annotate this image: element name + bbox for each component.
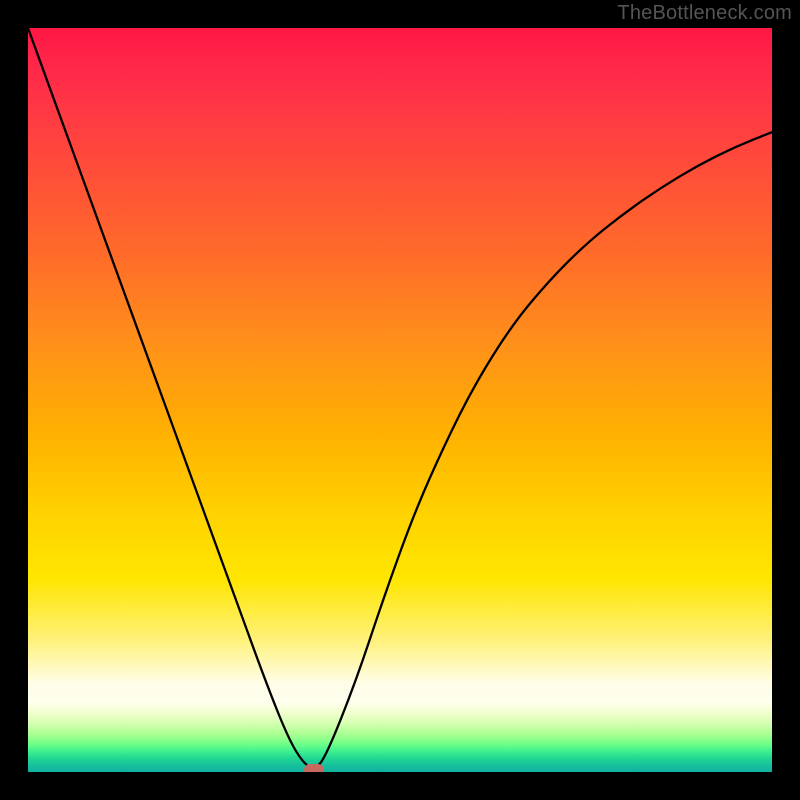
watermark-text: TheBottleneck.com xyxy=(617,2,792,25)
plot-area xyxy=(28,28,772,772)
chart-frame: TheBottleneck.com xyxy=(0,0,800,800)
bottleneck-curve xyxy=(28,28,772,772)
optimal-point-marker xyxy=(304,764,324,772)
